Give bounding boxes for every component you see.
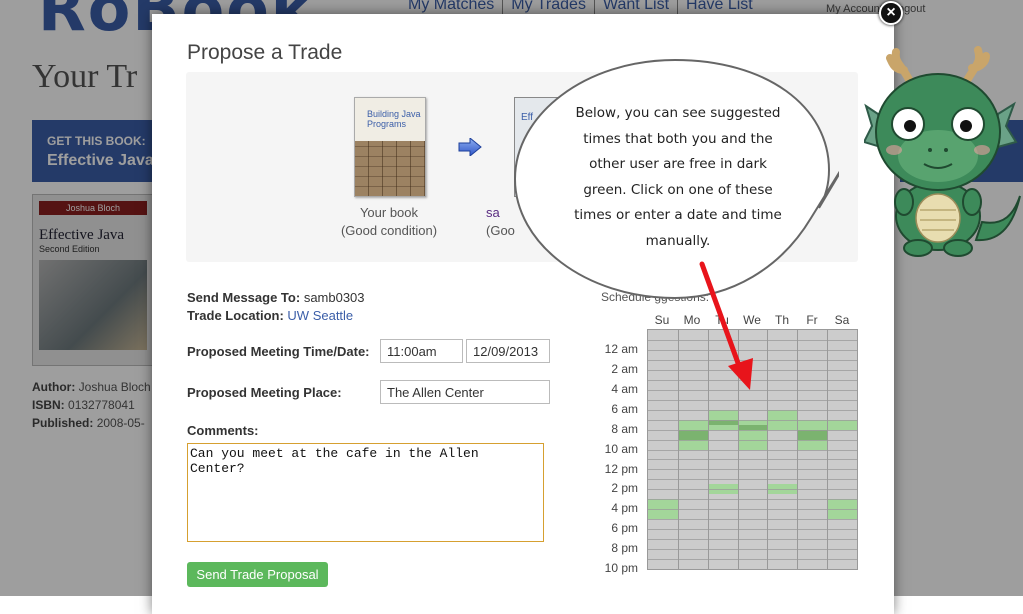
free-time-slot[interactable] — [827, 419, 857, 430]
hour-label: 4 am — [611, 381, 638, 396]
send-to-value: samb0303 — [303, 290, 365, 305]
your-book-cover: Building Java Programs — [354, 97, 426, 197]
dragon-mascot-icon — [864, 46, 1021, 257]
grid-row-line — [648, 499, 857, 501]
cover-authors — [355, 98, 425, 109]
grid-col-line — [797, 330, 799, 569]
day-sa: Sa — [834, 313, 850, 327]
grid-row-line — [648, 469, 857, 471]
hour-label: 2 am — [611, 361, 638, 376]
hour-label: 10 pm — [604, 561, 638, 576]
meeting-place-label: Proposed Meeting Place: — [187, 385, 342, 400]
hour-label: 4 pm — [611, 501, 638, 516]
grid-row-line — [648, 409, 857, 411]
location-link[interactable]: UW Seattle — [287, 308, 353, 323]
hour-label: 10 am — [604, 441, 638, 456]
grid-row-line — [648, 479, 857, 481]
grid-row-line — [648, 419, 857, 421]
meeting-time-label: Proposed Meeting Time/Date: — [187, 344, 370, 359]
cover-stone-joints — [355, 141, 425, 196]
red-arrow-icon — [699, 261, 753, 390]
send-to-label: Send Message To: — [187, 290, 301, 305]
hour-label: 2 pm — [611, 481, 638, 496]
hour-label: 8 am — [611, 421, 638, 436]
suggested-time-slot[interactable] — [677, 429, 708, 440]
grid-row-line — [648, 559, 857, 561]
grid-row-line — [648, 449, 857, 451]
grid-row-line — [648, 399, 857, 401]
location-label: Trade Location: — [187, 308, 284, 323]
your-book-condition: (Good condition) — [340, 223, 438, 238]
location-row: Trade Location: UW Seattle — [187, 308, 353, 323]
meeting-time-input[interactable]: 11:00am — [380, 339, 463, 363]
grid-row-line — [648, 519, 857, 521]
arrow-right-icon — [458, 138, 482, 156]
day-th: Th — [774, 313, 789, 327]
suggested-time-slot[interactable] — [797, 429, 828, 440]
modal-title: Propose a Trade — [187, 41, 343, 64]
send-trade-proposal-button[interactable]: Send Trade Proposal — [187, 562, 328, 587]
your-book-label: Your book — [359, 205, 419, 220]
hour-label: 6 pm — [611, 521, 638, 536]
hour-label: 12 pm — [604, 461, 638, 476]
grid-col-line — [767, 330, 769, 569]
hour-label: 8 pm — [611, 541, 638, 556]
comments-label: Comments: — [187, 423, 259, 438]
comments-textarea[interactable]: Can you meet at the cafe in the Allen Ce… — [187, 443, 544, 542]
grid-row-line — [648, 529, 857, 531]
meeting-place-input[interactable]: The Allen Center — [380, 380, 550, 404]
day-fr: Fr — [806, 313, 818, 327]
their-book-owner-link[interactable]: sa — [486, 205, 500, 220]
hour-label: 6 am — [611, 401, 638, 416]
your-book-cover-title: Building Java Programs — [367, 109, 421, 129]
grid-col-line — [827, 330, 829, 569]
grid-col-line — [677, 330, 679, 569]
grid-row-line — [648, 549, 857, 551]
close-icon[interactable]: × — [879, 1, 903, 25]
send-to-row: Send Message To: samb0303 — [187, 290, 365, 305]
meeting-date-input[interactable]: 12/09/2013 — [466, 339, 550, 363]
tutorial-bubble-text: Below, you can see suggested times that … — [574, 105, 782, 249]
grid-row-line — [648, 509, 857, 511]
hour-label: 12 am — [604, 342, 638, 356]
day-su: Su — [654, 313, 670, 327]
grid-row-line — [648, 429, 857, 431]
grid-row-line — [648, 539, 857, 541]
grid-row-line — [648, 459, 857, 461]
your-book-caption: Your book (Good condition) — [324, 204, 454, 240]
grid-row-line — [648, 439, 857, 441]
grid-row-line — [648, 489, 857, 491]
